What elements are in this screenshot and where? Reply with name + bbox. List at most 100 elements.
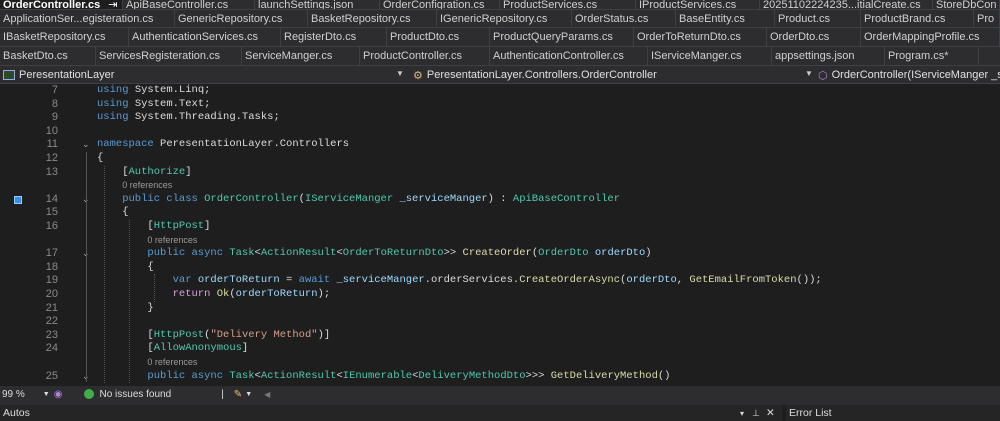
implementation-glyph-icon[interactable] [14,195,22,204]
tab-label: ProductServices.cs [503,0,598,9]
scroll-left-icon[interactable]: ◀ [264,390,270,399]
tab-appsettings-json[interactable]: appsettings.json [772,47,885,65]
error-list-panel[interactable]: Error List [786,405,1000,421]
tab-pro[interactable]: Pro [974,10,1000,27]
code-token: , [676,274,690,287]
tab-ordertoreturndto-cs[interactable]: OrderToReturnDto.cs [634,28,767,46]
code-token: () [657,369,671,382]
codelens-references: 0 references [0,234,1000,248]
code-token: return [172,288,217,300]
tab-apibasecontroller-cs[interactable]: ApiBaseController.cs [123,0,255,9]
pin-tab-icon[interactable]: ⇥ [108,0,117,9]
tab-label: OrderController.cs [3,0,101,9]
tab-servicesregisteration-cs[interactable]: ServicesRegisteration.cs [96,47,242,65]
tab-productdto-cs[interactable]: ProductDto.cs [387,28,490,46]
tab-product-cs[interactable]: Product.cs [775,10,861,27]
issues-status[interactable]: No issues found [99,389,171,400]
code-token: PeresentationLayer.Controllers [153,138,350,151]
tab-productservices-cs[interactable]: ProductServices.cs [500,0,636,9]
tab-iservicemanger-cs[interactable]: IServiceManger.cs [648,47,772,65]
code-token: HttpPost [153,220,205,232]
tab-productqueryparams-cs[interactable]: ProductQueryParams.cs [490,28,634,46]
code-token: using [97,97,129,110]
code-token: Task [229,247,255,260]
line-number: 20 [45,288,58,300]
chevron-down-icon[interactable]: ▼ [805,69,813,78]
line-number: 24 [45,342,58,355]
chevron-down-icon[interactable]: ▼ [396,69,404,78]
codelens-references: 0 references [0,356,1000,370]
tab-program-cs-[interactable]: Program.cs* [885,47,979,65]
tab-authenticationcontroller-cs[interactable]: AuthenticationController.cs [490,47,648,65]
tab-row-3: IBasketRepository.cs AuthenticationServic… [0,28,1000,47]
chevron-down-icon[interactable]: ▼ [245,391,252,398]
navigation-bar: PeresentationLayer ▼ ⚙ PeresentationLaye… [0,66,1000,84]
tab-baseentity-cs[interactable]: BaseEntity.cs [676,10,775,27]
tab-servicemanger-cs[interactable]: ServiceManger.cs [242,47,360,65]
code-token: >>> [525,369,551,382]
chevron-down-icon[interactable]: ▼ [43,391,50,398]
tab-basketrepository-cs[interactable]: BasketRepository.cs [308,10,437,27]
tab-label: ProductDto.cs [390,31,460,43]
code-token: ActionResult [260,369,337,382]
tab-storedbcon[interactable]: StoreDbCon [933,0,1000,9]
code-token: public async [147,247,230,260]
tab-productcontroller-cs[interactable]: ProductController.cs [360,47,490,65]
line-number: 13 [45,165,58,178]
check-icon [84,389,95,399]
tab-20251102224235-itialcreate-cs[interactable]: 20251102224235...itialCreate.cs [760,0,933,9]
code-token: public class [122,192,205,205]
tab-basketdto-cs[interactable]: BasketDto.cs [0,47,96,65]
tab-igenericrepository-cs[interactable]: IGenericRepository.cs [437,10,572,27]
code-line: 21} [0,302,1000,316]
autos-panel[interactable]: Autos ▾ ⊥ ✕ [0,405,782,421]
tab-label: OrderDto.cs [770,31,830,43]
editor-status-bar: 99 % ▼ ◉ No issues found | ✎ ▼ ◀ [0,386,1000,402]
code-line: 12 { [0,152,1000,166]
code-token: OrderController [204,192,299,205]
code-cleanup-brush-icon[interactable]: ✎ [234,389,242,400]
tab-ordermappingprofile-cs[interactable]: OrderMappingProfile.cs [861,28,1000,46]
type-dropdown[interactable]: ⚙ PeresentationLayer.Controllers.OrderCo… [410,67,810,83]
references-link[interactable]: 0 references [147,356,197,370]
fold-chevron-icon[interactable]: ⌄ [82,138,90,152]
tab-iproductservices-cs[interactable]: IProductServices.cs [636,0,760,9]
tab-orderconfigration-cs[interactable]: OrderConfigration.cs [380,0,500,9]
code-editor[interactable]: 7 using System.Linq; 8 using System.Text; 9 u… [0,84,1000,386]
tab-applicationser-egisteration-cs[interactable]: ApplicationSer...egisteration.cs [0,10,175,27]
tab-genericrepository-cs[interactable]: GenericRepository.cs [175,10,308,27]
code-line: 8 using System.Text; [0,98,1000,112]
tab-authenticationservices-cs[interactable]: AuthenticationServices.cs [129,28,281,46]
tab-label: IServiceManger.cs [651,50,742,62]
code-token: { [147,260,154,273]
code-token: { [97,152,104,164]
references-link[interactable]: 0 references [122,179,172,193]
code-token: var [172,274,198,287]
panel-menu-icon[interactable]: ▾ [740,409,744,418]
tab-label: Program.cs* [888,50,949,62]
close-icon[interactable]: ✕ [766,407,775,419]
member-dropdown[interactable]: ⬡ OrderController(IServiceManger _servic… [815,67,1000,83]
copilot-icon[interactable]: ◉ [54,389,63,400]
code-token: IServiceManger [304,192,394,205]
tab-orderstatus-cs[interactable]: OrderStatus.cs [572,10,676,27]
code-line: 22 [0,315,1000,329]
project-dropdown[interactable]: PeresentationLayer [0,67,405,83]
references-link[interactable]: 0 references [147,234,197,248]
tab-productbrand-cs[interactable]: ProductBrand.cs [861,10,974,27]
code-token: HttpPost [153,328,205,341]
indent-guide [154,274,155,302]
tab-label: IGenericRepository.cs [440,12,548,25]
tab-orderdto-cs[interactable]: OrderDto.cs [767,28,861,46]
zoom-level[interactable]: 99 % [2,389,25,400]
tab-ordercontroller-cs[interactable]: OrderController.cs⇥✕ [0,0,123,9]
code-line: 18 { [0,261,1000,275]
code-token: System.Linq; [128,84,211,96]
tab-launchsettings-json[interactable]: launchSettings.json [255,0,380,9]
code-line: 16 [HttpPost] [0,220,1000,234]
tab-registerdto-cs[interactable]: RegisterDto.cs [281,28,387,46]
tab-label: Product.cs [778,12,830,25]
tab-ibasketrepository-cs[interactable]: IBasketRepository.cs [0,28,129,46]
code-token: >> [443,247,463,260]
pin-icon[interactable]: ⊥ [752,408,760,419]
